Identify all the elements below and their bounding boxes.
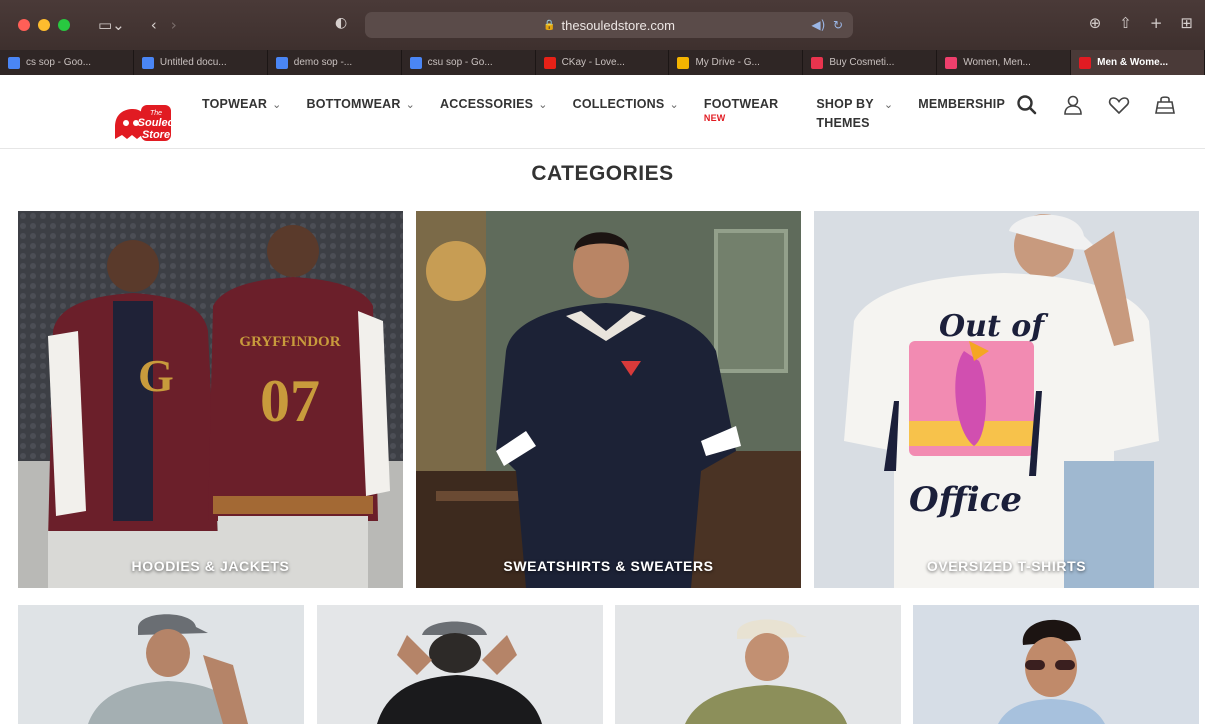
user-icon[interactable] [1061,93,1085,117]
docs-icon [8,56,20,69]
browser-tab-label: Men & Wome... [1097,57,1169,68]
category-label: SWEATSHIRTS & SWEATERS [503,558,714,574]
category-card-row2[interactable] [913,605,1199,724]
nykaa-icon [811,56,824,69]
browser-tab[interactable]: csu sop - Go... [402,50,536,75]
svg-text:G: G [138,350,174,401]
category-card-sweatshirts-sweaters[interactable]: SWEATSHIRTS & SWEATERS [416,211,801,588]
search-icon[interactable] [1015,93,1039,117]
nav-label: MEMBERSHIP [918,97,1005,111]
category-card-row2[interactable] [317,605,603,724]
category-card-oversized-tshirts[interactable]: Out of Office OVERSIZED T-SHIRTS [814,211,1199,588]
privacy-shield-icon[interactable]: ◐ [335,15,347,31]
close-window-button[interactable] [18,19,30,31]
svg-text:Souled: Souled [138,117,173,129]
category-image [615,605,901,724]
nav-label: FOOTWEAR [703,97,779,111]
lock-icon: 🔒 [543,19,556,31]
category-image [416,211,801,588]
chevron-down-icon: ⌄ [669,98,679,111]
browser-tab[interactable]: My Drive - G... [669,50,804,75]
nav-membership[interactable]: MEMBERSHIP [918,95,1005,132]
tab-strip: cs sop - Goo... Untitled docu... demo sop … [0,50,1205,75]
docs-icon [409,56,422,69]
maximize-window-button[interactable] [58,19,70,31]
nav-topwear[interactable]: TOPWEAR ⌄ [202,95,281,132]
window-controls [18,19,70,31]
minimize-window-button[interactable] [38,19,50,31]
browser-tab[interactable]: cs sop - Goo... [0,50,134,75]
docs-icon [141,56,154,69]
myntra-icon [945,56,958,69]
browser-tab-label: Untitled docu... [159,57,227,68]
browser-tab[interactable]: demo sop -... [268,50,402,75]
chevron-down-icon: ⌄ [405,98,416,111]
bag-icon[interactable] [1153,93,1177,117]
sidebar-toggle-icon[interactable]: ▭⌄ [98,16,125,34]
souled-store-icon [1079,56,1092,69]
address-bar[interactable]: 🔒 thesouledstore.com ◀) ↻ [365,12,853,38]
heart-icon[interactable] [1107,93,1131,117]
nav-label: COLLECTIONS [572,97,665,111]
category-card-hoodies-jackets[interactable]: G GRYFFINDOR 07 HOODIES & JACKETS [18,211,403,588]
nav-label: SHOP BY [816,97,874,111]
new-badge: NEW [703,113,726,123]
main-nav: TOPWEAR ⌄ BOTTOMWEAR ⌄ ACCESSORIES ⌄ COLLEC… [202,95,1030,132]
nav-label-line2: THEMES [816,116,870,130]
svg-text:Out of: Out of [939,309,1049,344]
browser-tab-label: My Drive - G... [695,57,760,68]
site-header: The Souled Store TOPWEAR ⌄ BOTTOMWEAR ⌄ AC… [0,75,1205,149]
browser-tab-label: cs sop - Goo... [26,57,92,68]
svg-text:Office: Office [909,480,1022,520]
category-label: HOODIES & JACKETS [131,558,290,574]
browser-tab-label: Women, Men... [963,57,1031,68]
docs-icon [275,56,288,69]
svg-text:07: 07 [260,368,320,434]
category-image [18,605,304,724]
browser-tab[interactable]: Untitled docu... [134,50,268,75]
downloads-icon[interactable]: ⊕ [1089,14,1102,32]
svg-text:The: The [150,110,162,117]
nav-label: TOPWEAR [202,97,268,111]
nav-label: BOTTOMWEAR [306,97,401,111]
chevron-down-icon: ⌄ [538,98,548,111]
category-card-row2[interactable] [18,605,304,724]
browser-tab-label: Buy Cosmeti... [829,57,895,68]
category-image [913,605,1199,724]
nav-bottomwear[interactable]: BOTTOMWEAR ⌄ [306,95,415,132]
youtube-icon [543,56,556,69]
browser-tab[interactable]: CKay - Love... [536,50,670,75]
nav-accessories[interactable]: ACCESSORIES ⌄ [440,95,548,132]
browser-tab[interactable]: Women, Men... [937,50,1072,75]
chevron-down-icon: ⌄ [883,98,894,111]
browser-tab-label: csu sop - Go... [427,57,493,68]
nav-label: ACCESSORIES [440,97,534,111]
browser-tab[interactable]: Men & Wome... [1071,50,1205,75]
browser-tab-label: CKay - Love... [561,57,625,68]
category-image: G GRYFFINDOR 07 [18,211,403,588]
tab-overview-icon[interactable]: ⊞ [1180,14,1193,32]
forward-icon[interactable]: › [171,16,177,34]
nav-footwear[interactable]: FOOTWEAR NEW [704,95,779,132]
svg-text:GRYFFINDOR: GRYFFINDOR [239,334,340,350]
browser-tab[interactable]: Buy Cosmeti... [803,50,938,75]
browser-tab-label: demo sop -... [293,57,353,68]
souled-store-logo[interactable]: The Souled Store [111,101,173,145]
nav-shop-by-themes[interactable]: SHOP BY ⌄ THEMES [816,95,893,132]
category-image: Out of Office [814,211,1199,588]
drive-icon [677,56,690,69]
svg-text:Store: Store [142,129,170,141]
url-text: thesouledstore.com [561,17,675,33]
share-icon[interactable]: ⇧ [1119,14,1132,32]
browser-toolbar: ▭⌄ ‹ › ◐ 🔒 thesouledstore.com ◀) ↻ ⊕ ⇧ +… [0,0,1205,50]
category-label: OVERSIZED T-SHIRTS [926,558,1087,574]
categories-title: CATEGORIES [531,162,674,185]
back-icon[interactable]: ‹ [151,16,157,34]
nav-collections[interactable]: COLLECTIONS ⌄ [573,95,679,132]
category-image [317,605,603,724]
audio-reload-icons[interactable]: ◀) ↻ [811,18,843,32]
chevron-down-icon: ⌄ [272,98,282,111]
new-tab-icon[interactable]: + [1150,14,1163,32]
category-card-row2[interactable] [615,605,901,724]
